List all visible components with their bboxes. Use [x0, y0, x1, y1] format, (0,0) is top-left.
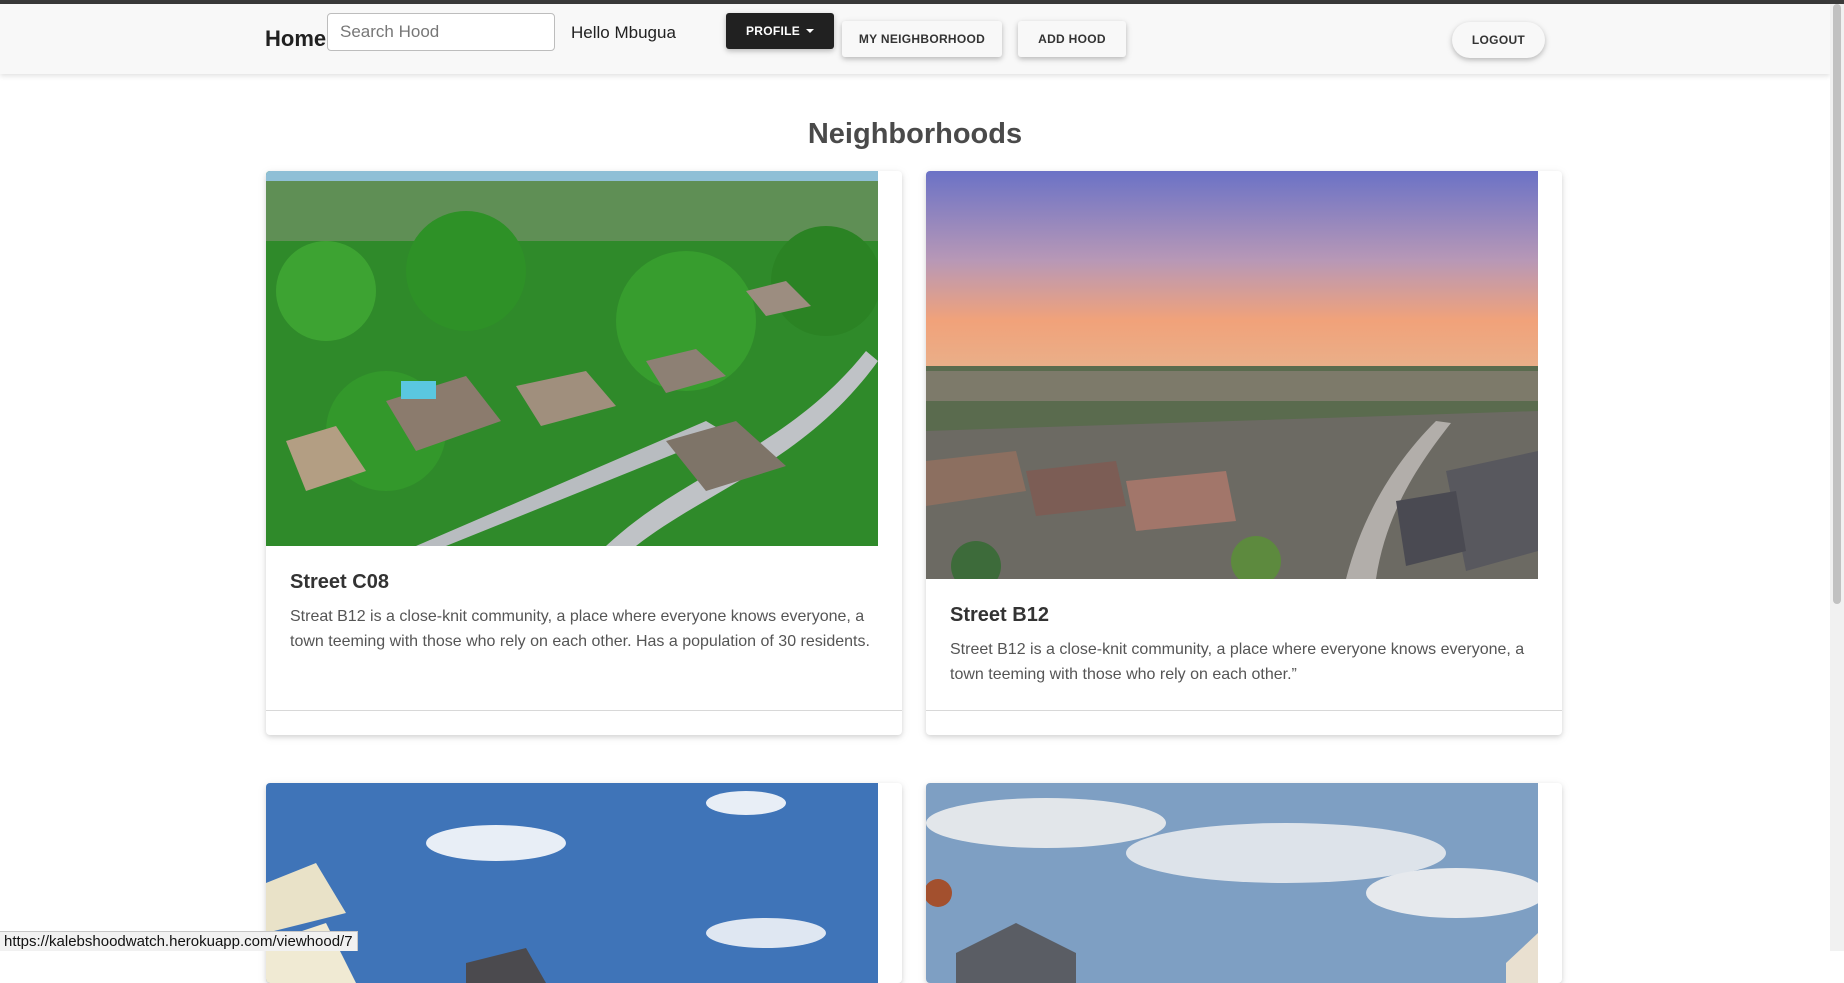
user-greeting: Hello Mbugua — [571, 23, 676, 43]
neighborhood-card[interactable]: Street B12 Street B12 is a close-knit co… — [926, 171, 1562, 735]
profile-dropdown-button[interactable]: PROFILE — [726, 13, 834, 49]
neighborhood-image[interactable] — [266, 171, 878, 546]
card-footer-divider — [266, 710, 902, 711]
neighborhood-card[interactable] — [266, 783, 902, 983]
card-footer-divider — [926, 710, 1562, 711]
add-hood-button[interactable]: ADD HOOD — [1018, 21, 1126, 57]
card-body: Street C08 Streat B12 is a close-knit co… — [290, 571, 882, 654]
card-title[interactable]: Street B12 — [950, 604, 1542, 627]
logout-button[interactable]: LOGOUT — [1452, 22, 1545, 58]
scrollbar-thumb[interactable] — [1833, 4, 1841, 604]
neighborhood-image[interactable] — [926, 171, 1538, 579]
home-link[interactable]: Home — [265, 26, 326, 52]
link-preview-status: https://kalebshoodwatch.herokuapp.com/vi… — [0, 931, 358, 951]
neighborhood-image[interactable] — [926, 783, 1538, 983]
card-body: Street B12 Street B12 is a close-knit co… — [950, 604, 1542, 687]
card-title[interactable]: Street C08 — [290, 571, 882, 594]
my-neighborhood-button[interactable]: MY NEIGHBORHOOD — [842, 21, 1002, 57]
search-input[interactable] — [327, 13, 555, 51]
neighborhood-image[interactable] — [266, 783, 878, 983]
navbar: Home Hello Mbugua PROFILE MY NEIGHBORHOO… — [0, 4, 1830, 74]
neighborhood-card[interactable] — [926, 783, 1562, 983]
page-scrollbar[interactable] — [1830, 4, 1844, 951]
neighborhood-card[interactable]: Street C08 Streat B12 is a close-knit co… — [266, 171, 902, 735]
caret-down-icon — [806, 29, 814, 33]
card-description: Streat B12 is a close-knit community, a … — [290, 604, 882, 654]
page-title: Neighborhoods — [0, 118, 1830, 151]
profile-label: PROFILE — [746, 24, 800, 38]
card-description: Street B12 is a close-knit community, a … — [950, 637, 1542, 687]
